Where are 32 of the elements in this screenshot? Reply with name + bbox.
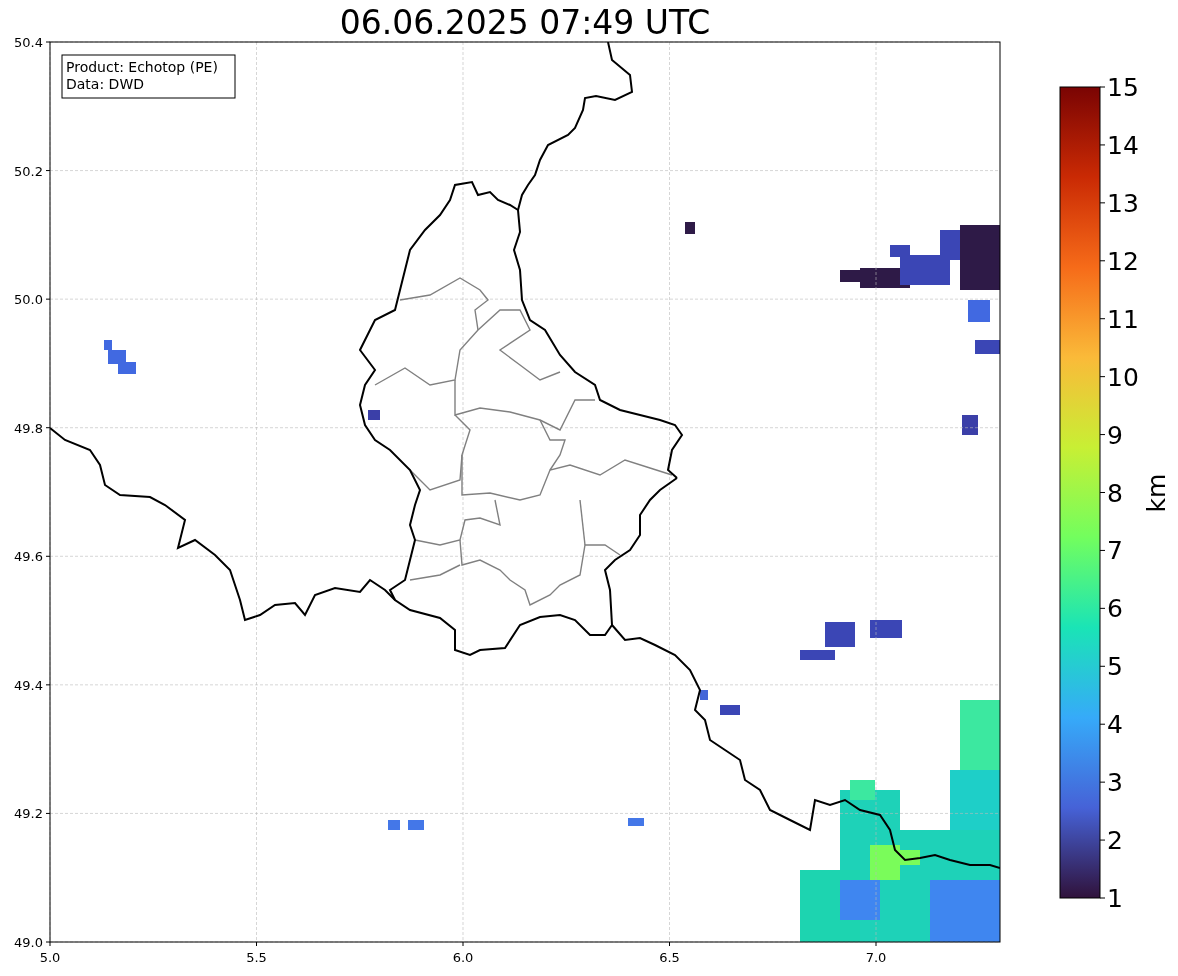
legend-text: Product: Echotop (PE) xyxy=(66,59,218,75)
colorbar-tick-label: 4 xyxy=(1107,710,1123,740)
colorbar-tick-label: 14 xyxy=(1107,130,1139,160)
chart-title: 06.06.2025 07:49 UTC xyxy=(339,3,711,42)
y-tick-label: 49.6 xyxy=(14,549,43,565)
y-tick-label: 50.2 xyxy=(14,163,43,179)
colorbar-tick-label: 11 xyxy=(1107,304,1139,334)
legend-text: Data: DWD xyxy=(66,76,144,92)
colorbar-tick-label: 13 xyxy=(1107,188,1139,218)
colorbar-tick-label: 10 xyxy=(1107,362,1139,392)
colorbar-tick-label: 15 xyxy=(1107,73,1139,102)
x-tick-label: 5.0 xyxy=(39,950,61,965)
colorbar-tick-label: 9 xyxy=(1107,420,1123,450)
colorbar-tick-label: 5 xyxy=(1107,652,1123,682)
colorbar-tick-label: 1 xyxy=(1107,884,1123,913)
y-tick-label: 49.0 xyxy=(14,935,43,950)
x-tick-label: 5.5 xyxy=(246,950,267,965)
x-tick-label: 6.0 xyxy=(452,950,474,965)
colorbar-label: km xyxy=(1142,473,1171,513)
colorbar-tick-label: 3 xyxy=(1107,768,1123,798)
colorbar-tick-label: 7 xyxy=(1107,536,1123,566)
y-tick-label: 49.8 xyxy=(14,420,43,436)
colorbar-tick-label: 6 xyxy=(1107,594,1123,624)
y-tick-label: 49.2 xyxy=(14,806,43,822)
x-tick-label: 6.5 xyxy=(659,950,680,965)
y-tick-label: 50.4 xyxy=(14,35,43,50)
y-tick-label: 49.4 xyxy=(14,677,43,693)
colorbar-tick-label: 12 xyxy=(1107,246,1139,276)
x-tick-label: 7.0 xyxy=(865,950,887,965)
colorbar-tick-label: 2 xyxy=(1107,826,1123,856)
y-tick-label: 50.0 xyxy=(14,292,43,308)
colorbar-tick-label: 8 xyxy=(1107,478,1123,508)
